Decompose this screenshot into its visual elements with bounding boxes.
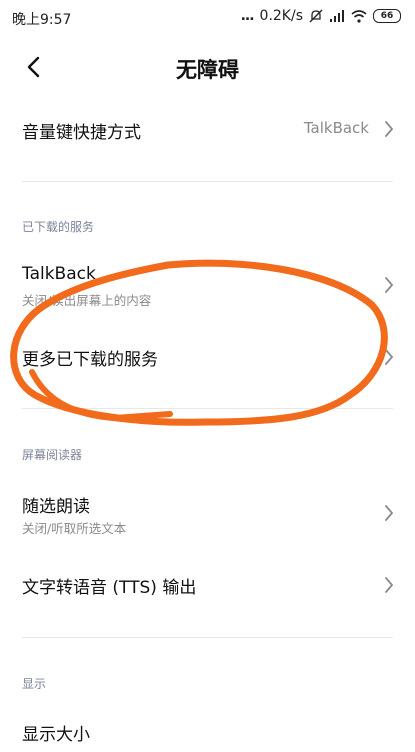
section-header-downloaded: 已下载的服务 — [22, 220, 95, 234]
title-bar: 无障碍 — [0, 40, 415, 96]
wifi-icon — [351, 9, 367, 23]
divider — [22, 181, 393, 182]
section-header-screen-reader: 屏幕阅读器 — [22, 448, 83, 462]
battery-icon: 66 — [373, 9, 401, 23]
talkback-sub: 关闭/读出屏幕上的内容 — [22, 293, 152, 308]
volume-shortcut-row[interactable]: 音量键快捷方式 TalkBack — [0, 100, 415, 160]
divider — [22, 637, 393, 638]
chevron-right-icon — [385, 277, 394, 293]
volume-shortcut-label: 音量键快捷方式 — [22, 123, 141, 143]
status-time: 晚上9:57 — [12, 12, 72, 28]
chevron-right-icon — [385, 577, 394, 593]
signal-icon — [330, 10, 344, 22]
talkback-row[interactable]: TalkBack 关闭/读出屏幕上的内容 — [0, 252, 415, 320]
page-title: 无障碍 — [176, 58, 239, 82]
divider — [22, 408, 393, 409]
tts-output-row[interactable]: 文字转语音 (TTS) 输出 — [0, 558, 415, 614]
section-header-display: 显示 — [22, 677, 47, 691]
select-to-speak-label: 随选朗读 — [22, 497, 90, 517]
chevron-right-icon — [385, 121, 394, 137]
select-to-speak-sub: 关闭/听取所选文本 — [22, 521, 127, 536]
talkback-label: TalkBack — [22, 264, 96, 284]
more-services-row[interactable]: 更多已下载的服务 — [0, 330, 415, 386]
select-to-speak-row[interactable]: 随选朗读 关闭/听取所选文本 — [0, 480, 415, 548]
chevron-right-icon — [385, 505, 394, 521]
dots-icon: ... — [240, 8, 255, 24]
status-bar: 晚上9:57 ... 0.2K/s 66 — [0, 0, 415, 34]
network-speed: 0.2K/s — [259, 8, 303, 24]
more-services-label: 更多已下载的服务 — [22, 350, 158, 370]
mute-icon — [309, 9, 323, 23]
display-size-label: 显示大小 — [22, 725, 90, 745]
chevron-right-icon — [385, 349, 394, 365]
tts-output-label: 文字转语音 (TTS) 输出 — [22, 578, 197, 598]
volume-shortcut-value: TalkBack — [303, 119, 369, 137]
status-icons: ... 0.2K/s 66 — [241, 8, 401, 24]
display-size-row[interactable]: 显示大小 — [0, 706, 415, 752]
